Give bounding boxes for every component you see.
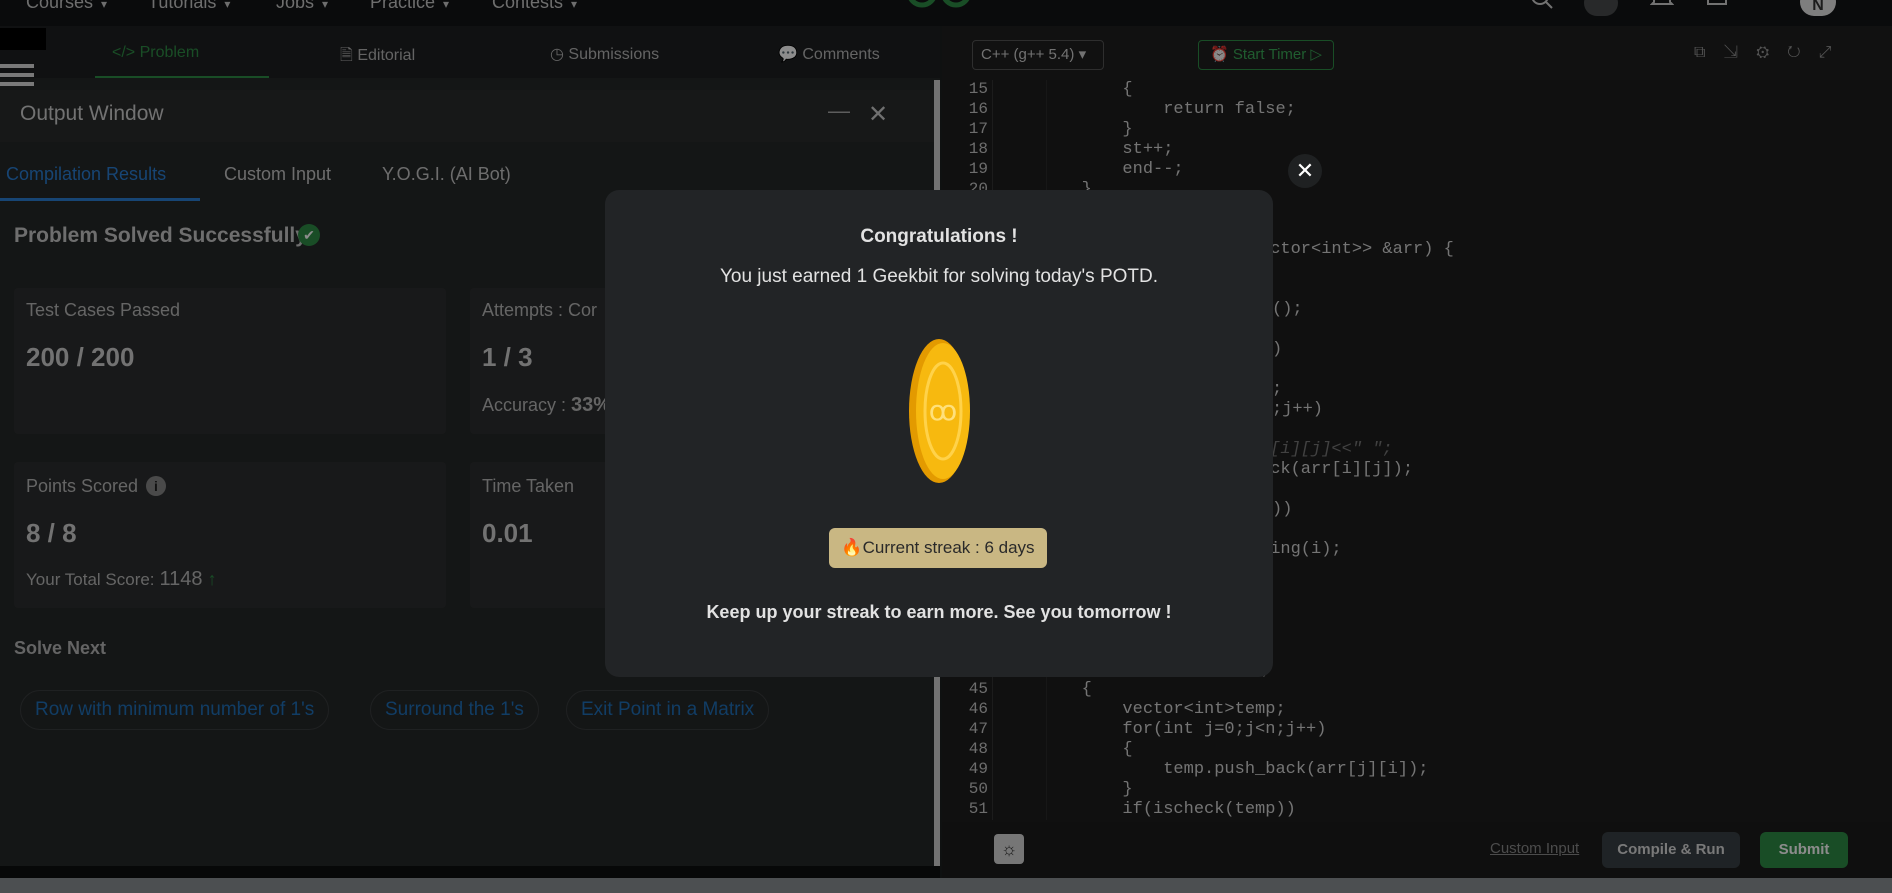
modal-title: Congratulations ! [860,226,1018,247]
fire-icon: 🔥 [841,538,863,557]
modal-message: You just earned 1 Geekbit for solving to… [719,266,1159,287]
congratulations-modal: Congratulations ! You just earned 1 Geek… [605,190,1273,677]
svg-text:ꝏ: ꝏ [929,394,958,427]
modal-close-button[interactable]: ✕ [1288,154,1322,188]
geekbit-coin-icon: ꝏ [909,339,970,483]
streak-badge: 🔥Current streak : 6 days [829,528,1047,568]
bottom-scrollbar[interactable] [0,878,1892,893]
modal-footer-text: Keep up your streak to earn more. See yo… [706,602,1172,622]
